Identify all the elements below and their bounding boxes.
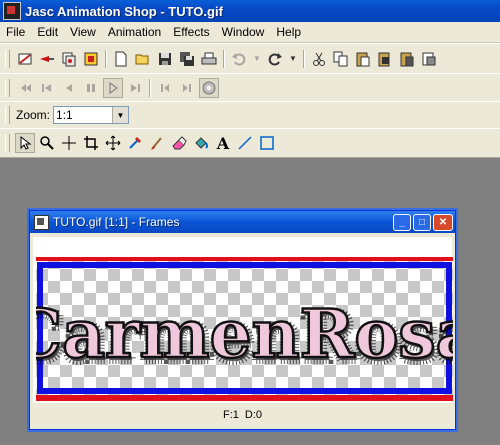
view-animation-icon[interactable]: [199, 77, 219, 98]
close-icon[interactable]: ✕: [433, 213, 453, 231]
toolbar-separator: [149, 78, 151, 97]
play-icon[interactable]: [103, 77, 123, 98]
toolbar-grip[interactable]: [5, 49, 10, 68]
playback-toolbar: [0, 73, 500, 102]
move-icon[interactable]: [103, 133, 123, 153]
redo-dropdown-icon[interactable]: ▼: [287, 49, 299, 69]
undo-dropdown-icon[interactable]: ▼: [251, 49, 263, 69]
pause-icon[interactable]: [81, 78, 101, 98]
crop-icon[interactable]: [419, 49, 439, 69]
bottom-stripe: [36, 395, 453, 401]
menu-animation[interactable]: Animation: [102, 22, 167, 42]
app-title: Jasc Animation Shop - TUTO.gif: [25, 3, 223, 19]
chevron-down-icon[interactable]: ▼: [112, 107, 129, 123]
line-icon[interactable]: [235, 133, 255, 153]
back-icon[interactable]: [59, 78, 79, 98]
text-icon[interactable]: A: [213, 133, 233, 153]
last-icon[interactable]: [155, 78, 175, 98]
layers-icon[interactable]: [59, 49, 79, 69]
frame-delay: D:0: [244, 409, 263, 421]
zoom-label: Zoom:: [16, 108, 51, 122]
minimize-icon[interactable]: _: [393, 213, 411, 231]
cut-icon[interactable]: [309, 49, 329, 69]
new-icon[interactable]: [111, 49, 131, 69]
wizard-icon[interactable]: [15, 49, 35, 69]
copy-icon[interactable]: [331, 49, 351, 69]
banner-icon[interactable]: [37, 49, 57, 69]
zoom-icon[interactable]: [37, 133, 57, 153]
next-icon[interactable]: [125, 78, 145, 98]
fill-icon[interactable]: [191, 133, 211, 153]
redo-icon[interactable]: [265, 49, 285, 69]
frames-window-title: TUTO.gif [1:1] - Frames: [53, 215, 180, 229]
rectangle-icon[interactable]: [257, 133, 277, 153]
crosshair-icon[interactable]: [59, 133, 79, 153]
frame-cell[interactable]: CarmenRosa CarmenRosa: [33, 237, 453, 403]
app-icon[interactable]: [3, 2, 21, 20]
image-text: CarmenRosa: [36, 295, 453, 373]
frame-status: F:1 D:0: [30, 404, 455, 426]
paste-after-icon[interactable]: [397, 49, 417, 69]
menu-window[interactable]: Window: [216, 22, 271, 42]
app-title-bar: Jasc Animation Shop - TUTO.gif: [0, 0, 500, 22]
print-icon[interactable]: [199, 49, 219, 69]
zoom-value: 1:1: [56, 108, 73, 122]
dropper-icon[interactable]: [125, 133, 145, 153]
maximize-icon[interactable]: □: [413, 213, 431, 231]
menu-edit[interactable]: Edit: [31, 22, 64, 42]
paste-icon[interactable]: [353, 49, 373, 69]
end-icon[interactable]: [177, 78, 197, 98]
menu-effects[interactable]: Effects: [167, 22, 215, 42]
zoom-toolbar: Zoom: 1:1 ▼: [0, 101, 500, 129]
crop-tool-icon[interactable]: [81, 133, 101, 153]
toolbar-grip[interactable]: [5, 134, 10, 152]
paste-frame-icon[interactable]: [375, 49, 395, 69]
eraser-icon[interactable]: [169, 133, 189, 153]
frame-thumbnail[interactable]: CarmenRosa CarmenRosa: [36, 257, 453, 401]
menu-view[interactable]: View: [64, 22, 102, 42]
frames-window-title-bar[interactable]: TUTO.gif [1:1] - Frames _ □ ✕: [30, 211, 455, 233]
menu-help[interactable]: Help: [270, 22, 307, 42]
toolbar-separator: [223, 49, 225, 68]
menu-bar: File Edit View Animation Effects Window …: [0, 22, 500, 43]
open-icon[interactable]: [133, 49, 153, 69]
toolbar-grip[interactable]: [5, 78, 10, 97]
zoom-select[interactable]: 1:1 ▼: [53, 106, 130, 124]
arrow-icon[interactable]: [15, 133, 35, 153]
menu-file[interactable]: File: [0, 22, 31, 42]
frame-number: F:1: [222, 409, 239, 421]
toolbar-separator: [303, 49, 305, 68]
toolbar-grip[interactable]: [5, 106, 10, 124]
save-all-icon[interactable]: [177, 49, 197, 69]
prev-frame-icon[interactable]: [37, 78, 57, 98]
brush-icon[interactable]: [147, 133, 167, 153]
undo-icon[interactable]: [229, 49, 249, 69]
document-icon[interactable]: [34, 214, 49, 230]
top-stripe: [36, 257, 453, 261]
tools-toolbar: A: [0, 128, 500, 158]
toolbar-separator: [105, 49, 107, 68]
first-frame-icon[interactable]: [15, 78, 35, 98]
frames-window: TUTO.gif [1:1] - Frames _ □ ✕ CarmenRos a…: [29, 210, 456, 430]
animation-icon[interactable]: [81, 49, 101, 69]
save-icon[interactable]: [155, 49, 175, 69]
standard-toolbar: ▼ ▼: [0, 43, 500, 74]
